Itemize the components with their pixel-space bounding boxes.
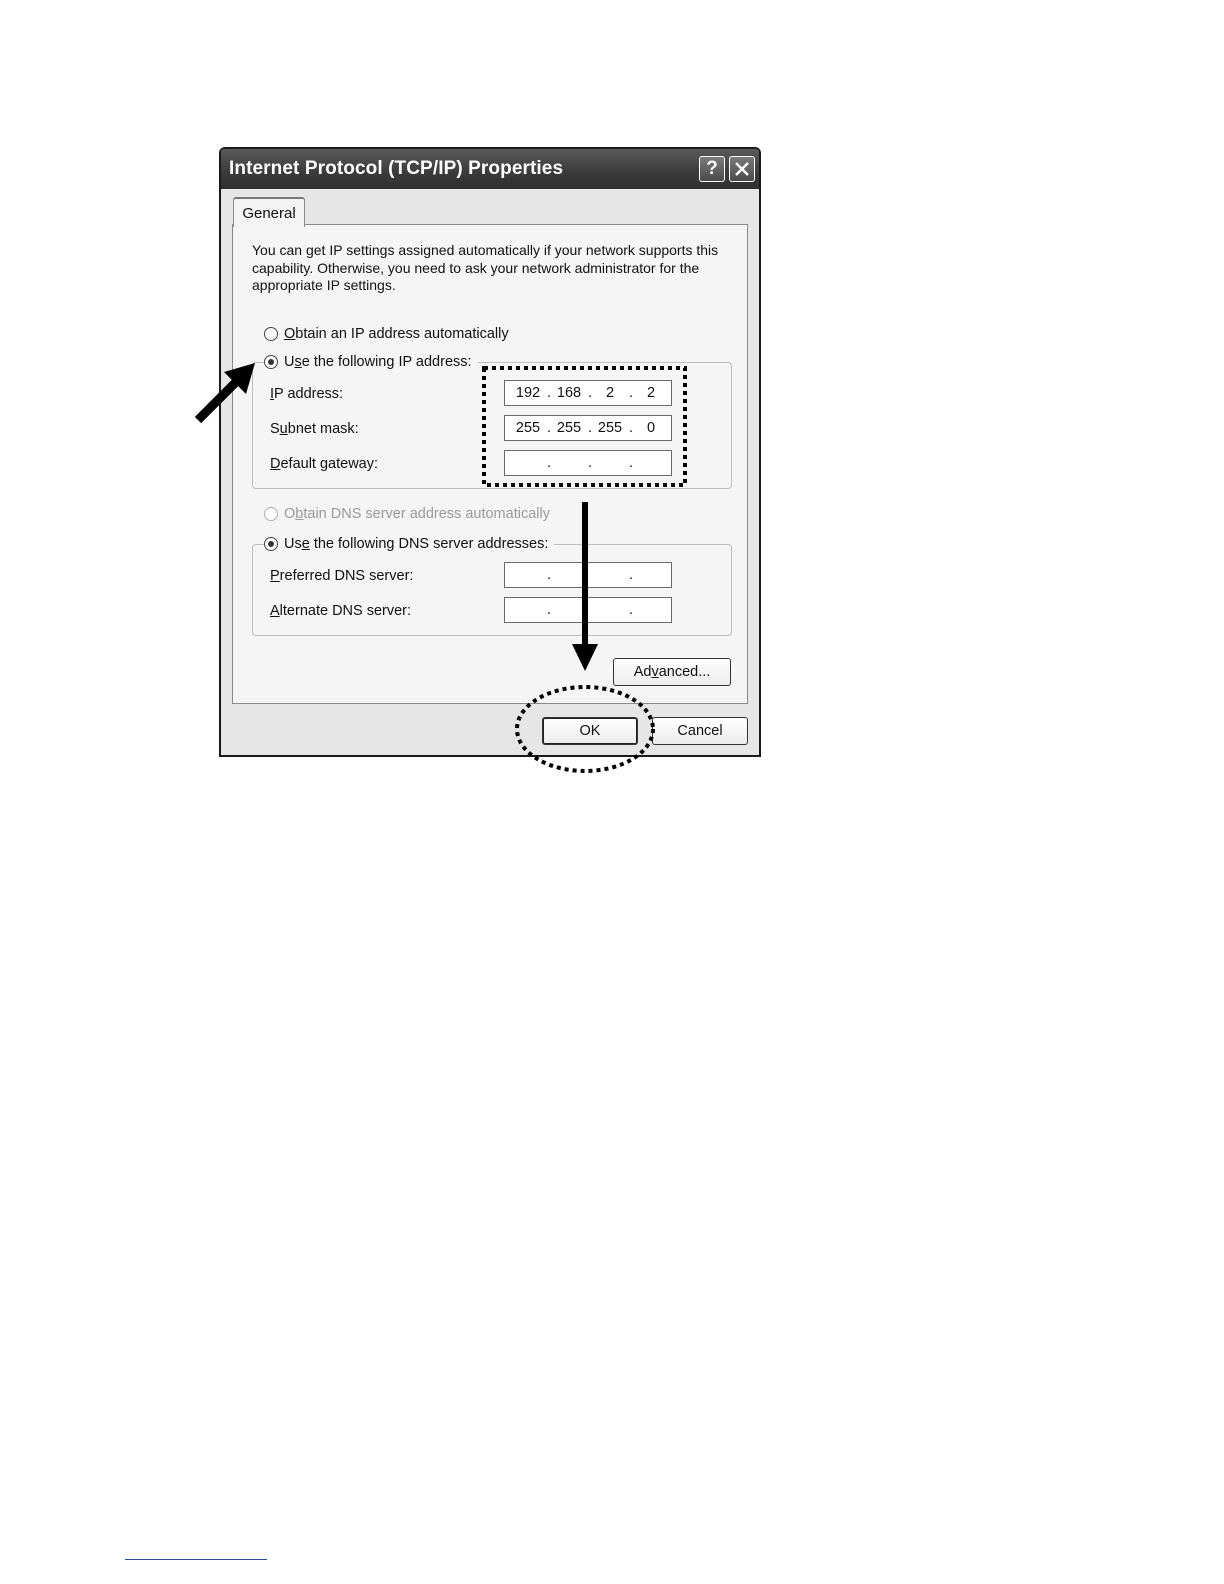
annotation-overlay (194, 363, 687, 773)
footer-rule (125, 1559, 267, 1560)
pointer-arrow-icon (194, 363, 255, 424)
ok-button-highlight (515, 685, 655, 773)
down-arrow-icon (572, 502, 598, 671)
tab-general[interactable]: General (233, 197, 305, 227)
ip-fields-highlight (482, 366, 687, 487)
